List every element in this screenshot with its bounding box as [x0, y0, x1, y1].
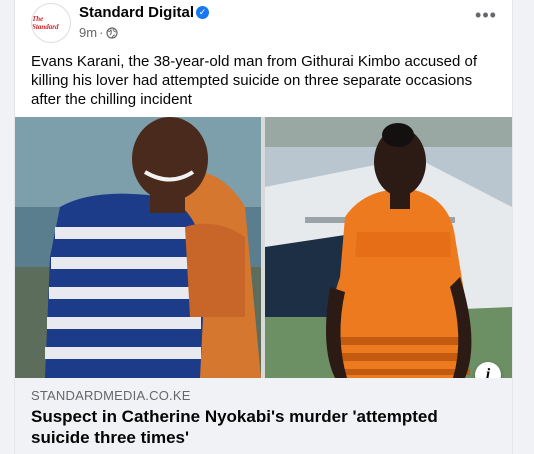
post-meta: 9m · — [79, 25, 119, 40]
globe-icon — [106, 26, 119, 39]
link-domain: STANDARDMEDIA.CO.KE — [31, 388, 191, 403]
meta-separator: · — [99, 25, 104, 40]
link-preview[interactable]: STANDARDMEDIA.CO.KE Suspect in Catherine… — [15, 378, 512, 454]
page-avatar[interactable]: The Standard — [31, 3, 71, 43]
photo-victim — [265, 117, 512, 378]
link-image[interactable]: i — [15, 117, 512, 378]
post-caption: Evans Karani, the 38-year-old man from G… — [31, 53, 478, 108]
post-timestamp[interactable]: 9m — [79, 25, 97, 40]
avatar-logo-text: The Standard — [32, 15, 59, 31]
more-options-icon[interactable]: ••• — [474, 6, 498, 28]
photo-suspect — [15, 117, 261, 378]
link-headline[interactable]: Suspect in Catherine Nyokabi's murder 'a… — [31, 406, 501, 448]
verified-badge-icon: ✓ — [196, 6, 209, 19]
post-card: The Standard Standard Digital ✓ 9m · •••… — [14, 0, 513, 454]
page-name-link[interactable]: Standard Digital — [79, 4, 194, 21]
post-header: The Standard Standard Digital ✓ 9m · ••• — [15, 0, 512, 44]
